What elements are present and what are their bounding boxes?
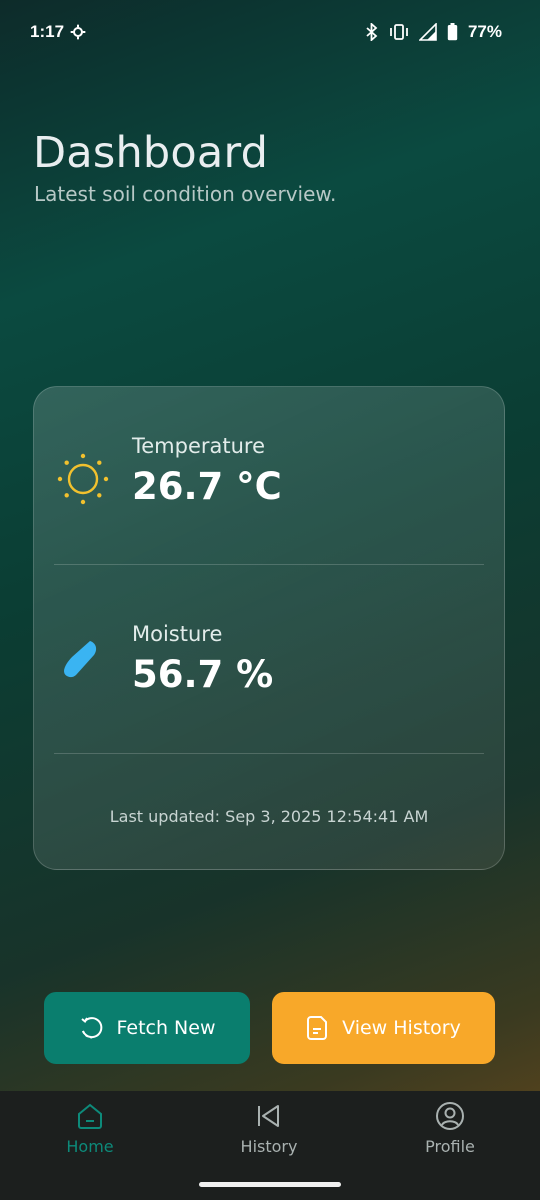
temperature-value: 26.7 °C	[132, 465, 282, 508]
page-subtitle: Latest soil condition overview.	[34, 182, 337, 206]
home-icon	[78, 1103, 102, 1129]
fetch-new-button[interactable]: Fetch New	[44, 992, 250, 1064]
bluetooth-icon	[366, 23, 378, 41]
soil-metrics-card: Temperature 26.7 °C Moisture 56.7 % Last…	[33, 386, 505, 870]
moisture-value: 56.7 %	[132, 653, 274, 696]
water-drop-icon	[64, 641, 97, 678]
page-title: Dashboard	[33, 128, 269, 178]
signal-icon	[418, 23, 437, 41]
fetch-new-label: Fetch New	[116, 1017, 216, 1039]
refresh-icon	[80, 1017, 102, 1039]
document-icon	[307, 1016, 328, 1040]
vibrate-icon	[390, 24, 408, 40]
settings-gear-icon	[70, 24, 86, 40]
user-circle-icon	[436, 1102, 464, 1130]
view-history-label: View History	[342, 1017, 461, 1039]
moisture-label: Moisture	[132, 622, 223, 646]
home-indicator-bar[interactable]	[199, 1182, 341, 1187]
status-time: 1:17	[30, 22, 86, 42]
battery-icon	[447, 23, 458, 41]
moisture-metric: Moisture 56.7 %	[34, 595, 504, 765]
status-time-text: 1:17	[30, 22, 65, 41]
nav-item-history[interactable]: History	[209, 1101, 329, 1156]
nav-history-label: History	[240, 1137, 298, 1156]
view-history-button[interactable]: View History	[272, 992, 495, 1064]
nav-item-profile[interactable]: Profile	[390, 1101, 510, 1156]
status-icons: 77%	[365, 22, 502, 42]
temperature-metric: Temperature 26.7 °C	[34, 407, 504, 577]
battery-percent: 77%	[467, 22, 502, 41]
temperature-label: Temperature	[132, 434, 266, 458]
nav-profile-label: Profile	[425, 1137, 475, 1156]
nav-home-label: Home	[66, 1137, 114, 1156]
sun-icon	[57, 453, 109, 505]
divider	[54, 753, 484, 754]
divider	[54, 564, 484, 565]
nav-item-home[interactable]: Home	[30, 1101, 150, 1156]
last-updated-text: Last updated: Sep 3, 2025 12:54:41 AM	[109, 807, 429, 826]
skip-back-icon	[258, 1105, 279, 1127]
status-bar: 1:17 77%	[0, 0, 540, 64]
